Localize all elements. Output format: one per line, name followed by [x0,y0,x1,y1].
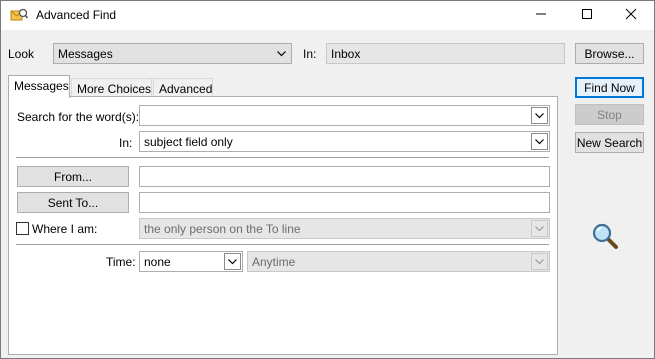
minimize-icon [535,8,547,23]
look-value: Messages [58,47,113,61]
search-in-label: In: [119,136,133,150]
search-in-value: subject field only [144,135,233,149]
search-in-select[interactable]: subject field only [139,131,550,152]
in-folder-label: In: [303,47,317,61]
divider [16,157,549,158]
chevron-down-icon[interactable] [531,107,548,124]
maximize-icon [581,8,593,23]
time-value: none [144,255,171,269]
new-search-button[interactable]: New Search [575,132,644,153]
look-select[interactable]: Messages [53,43,292,64]
stop-button: Stop [575,104,644,125]
divider [16,244,549,245]
close-icon [625,8,637,23]
find-now-button[interactable]: Find Now [575,77,644,98]
from-input[interactable] [139,166,550,187]
title-bar: Advanced Find [1,1,654,30]
magnifier-icon [591,223,621,251]
chevron-down-icon [531,133,548,150]
where-i-am-checkbox[interactable] [16,222,29,235]
browse-button[interactable]: Browse... [575,43,644,64]
sent-to-input[interactable] [139,192,550,213]
maximize-button[interactable] [564,1,610,30]
time-range-value: Anytime [252,255,296,269]
tab-advanced[interactable]: Advanced [153,78,213,98]
window-title: Advanced Find [36,8,117,22]
close-button[interactable] [608,1,654,30]
where-i-am-value: the only person on the To line [144,222,301,236]
chevron-down-icon [531,220,548,237]
look-label: Look [8,47,35,61]
time-select[interactable]: none [139,251,243,272]
search-words-label: Search for the word(s): [17,110,140,124]
tab-more-choices[interactable]: More Choices [71,78,152,98]
in-folder-value: Inbox [331,47,361,61]
advanced-find-window: Advanced Find Look Messages In: Inbox Br… [0,0,655,359]
where-i-am-label: Where I am: [32,222,98,236]
from-button[interactable]: From... [17,166,129,187]
time-range-select: Anytime [247,251,550,272]
tab-messages[interactable]: Messages [8,75,70,98]
where-i-am-select: the only person on the To line [139,218,550,239]
time-label: Time: [106,255,136,269]
chevron-down-icon [273,45,290,62]
sent-to-button[interactable]: Sent To... [17,192,129,213]
chevron-down-icon [531,253,548,270]
in-folder-field: Inbox [326,43,565,64]
minimize-button[interactable] [518,1,564,30]
chevron-down-icon [224,253,241,270]
search-words-input[interactable] [139,105,550,126]
advanced-find-icon [10,7,29,23]
